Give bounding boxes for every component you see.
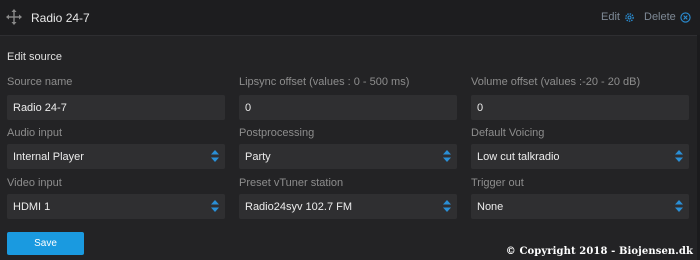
edit-label: Edit <box>601 11 620 23</box>
postprocessing-label: Postprocessing <box>239 127 315 139</box>
preset-vtuner-label: Preset vTuner station <box>239 177 344 189</box>
default-voicing-label: Default Voicing <box>471 127 545 139</box>
move-icon[interactable] <box>6 9 22 25</box>
volume-offset-input-wrapper <box>471 95 689 120</box>
select-arrows-icon <box>443 200 451 212</box>
lipsync-offset-label: Lipsync offset (values : 0 - 500 ms) <box>239 76 410 88</box>
postprocessing-value: Party <box>245 150 271 163</box>
delete-button[interactable]: Delete <box>644 11 691 23</box>
video-input-label: Video input <box>7 177 62 189</box>
gear-icon <box>625 12 634 22</box>
copyright-watermark: © Copyright 2018 - Biojensen.dk <box>505 246 693 257</box>
select-arrows-icon <box>675 200 683 212</box>
select-arrows-icon <box>211 150 219 162</box>
section-title: Edit source <box>7 51 63 63</box>
header-bar: Radio 24-7 Edit Delete <box>0 0 700 36</box>
lipsync-offset-input-wrapper <box>239 95 457 120</box>
trigger-out-value: None <box>477 200 504 213</box>
video-input-select[interactable]: HDMI 1 <box>7 194 225 219</box>
default-voicing-select[interactable]: Low cut talkradio <box>471 144 689 169</box>
lipsync-offset-input[interactable] <box>245 101 451 114</box>
audio-input-select[interactable]: Internal Player <box>7 144 225 169</box>
volume-offset-input[interactable] <box>477 101 683 114</box>
page-title: Radio 24-7 <box>31 11 90 25</box>
select-arrows-icon <box>443 150 451 162</box>
video-input-value: HDMI 1 <box>13 200 51 213</box>
default-voicing-value: Low cut talkradio <box>477 150 560 163</box>
delete-label: Delete <box>644 11 676 23</box>
source-name-label: Source name <box>7 76 73 88</box>
audio-input-value: Internal Player <box>13 150 84 163</box>
audio-input-label: Audio input <box>7 127 63 139</box>
postprocessing-select[interactable]: Party <box>239 144 457 169</box>
preset-vtuner-value: Radio24syv 102.7 FM <box>245 200 352 213</box>
preset-vtuner-select[interactable]: Radio24syv 102.7 FM <box>239 194 457 219</box>
save-button[interactable]: Save <box>7 232 84 255</box>
close-circle-icon <box>680 11 691 23</box>
source-name-input[interactable] <box>13 101 219 114</box>
trigger-out-label: Trigger out <box>471 177 524 189</box>
edit-button[interactable]: Edit <box>601 11 635 23</box>
volume-offset-label: Volume offset (values :-20 - 20 dB) <box>471 76 641 88</box>
select-arrows-icon <box>211 200 219 212</box>
source-name-input-wrapper <box>7 95 225 120</box>
select-arrows-icon <box>675 150 683 162</box>
trigger-out-select[interactable]: None <box>471 194 689 219</box>
